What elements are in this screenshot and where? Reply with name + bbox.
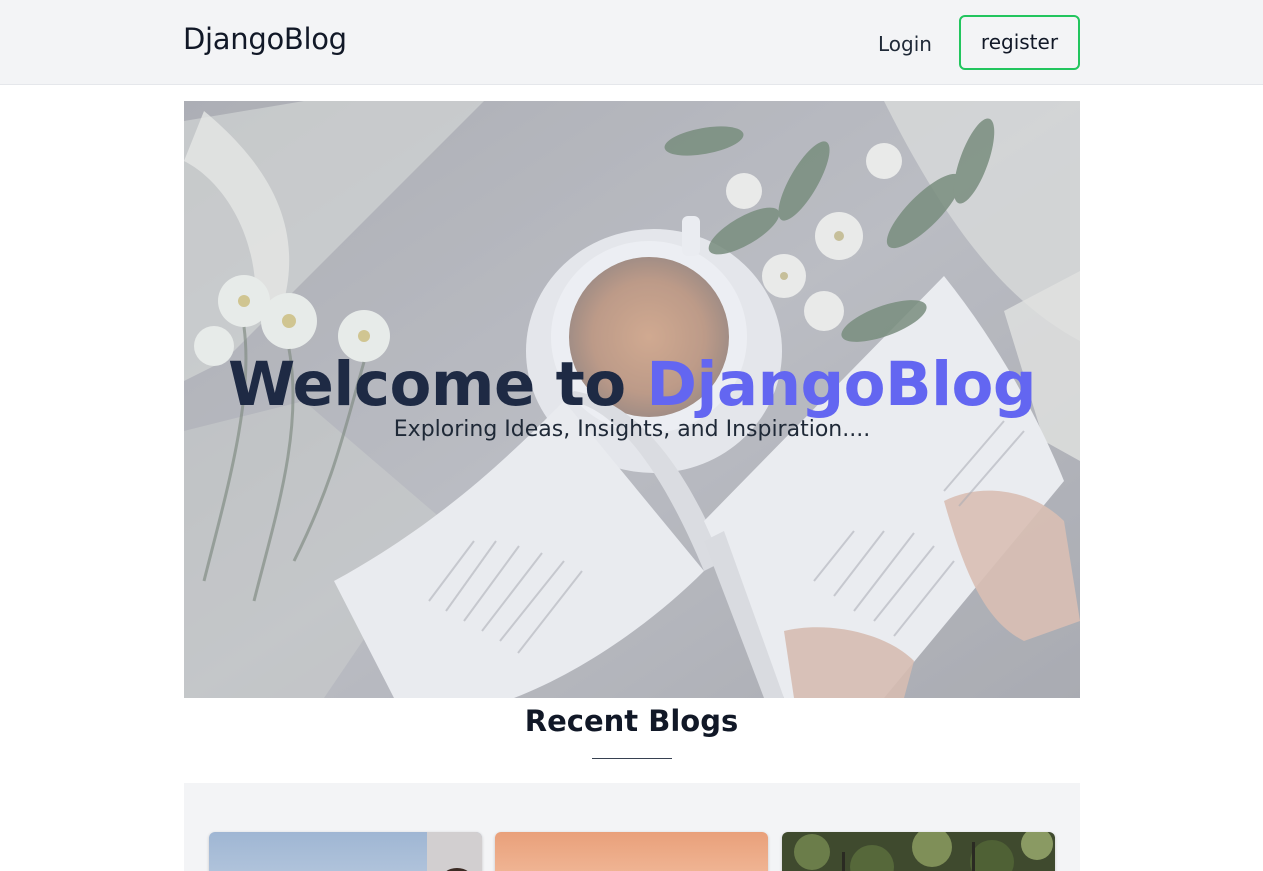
blog-card[interactable] [782, 832, 1055, 871]
hero-title-accent: DjangoBlog [646, 349, 1037, 420]
hero-subtitle: Exploring Ideas, Insights, and Inspirati… [393, 417, 871, 442]
hero-title-prefix: Welcome to [227, 349, 647, 420]
hero-title: Welcome to DjangoBlog [184, 349, 1080, 420]
blog-card[interactable] [209, 832, 482, 871]
login-link[interactable]: Login [872, 28, 938, 60]
blog-thumbnail-forest[interactable] [782, 832, 1055, 871]
recent-blogs-heading: Recent Blogs [524, 704, 739, 738]
blog-thumbnail-sunset[interactable] [495, 832, 768, 871]
hero-banner: Welcome to DjangoBlog Exploring Ideas, I… [184, 101, 1080, 698]
register-button[interactable]: register [959, 15, 1080, 70]
brand-logo-link[interactable]: DjangoBlog [183, 22, 347, 56]
heading-divider [592, 758, 672, 759]
blog-card[interactable] [495, 832, 768, 871]
recent-blogs-grid [184, 783, 1080, 871]
top-navbar: DjangoBlog Login register [0, 0, 1263, 85]
blog-thumbnail-sky[interactable] [209, 832, 482, 871]
